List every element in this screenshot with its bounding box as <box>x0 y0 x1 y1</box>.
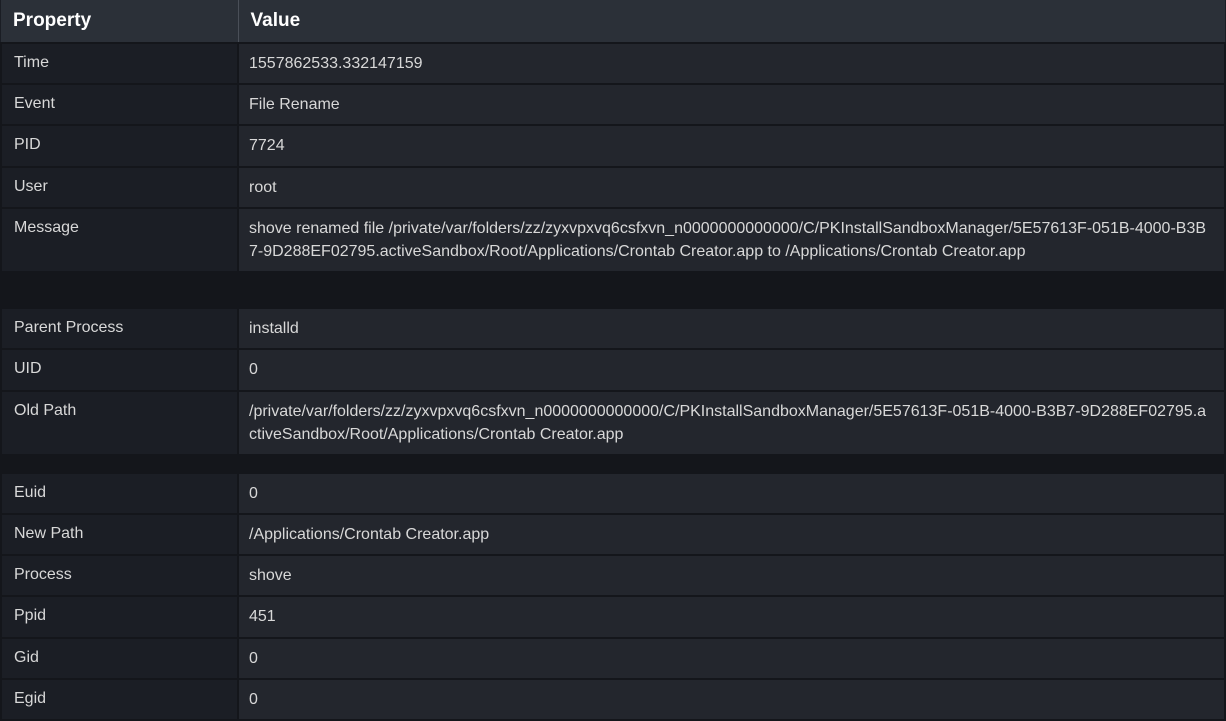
property-value[interactable]: 0 <box>238 638 1225 679</box>
property-value[interactable]: /Applications/Crontab Creator.app <box>238 514 1225 555</box>
property-value[interactable]: 1557862533.332147159 <box>238 43 1225 84</box>
header-value[interactable]: Value <box>238 0 1225 43</box>
table-row: Euid 0 <box>1 473 1225 514</box>
table-row: Old Path /private/var/folders/zz/zyxvpxv… <box>1 391 1225 455</box>
spacer-row <box>1 455 1225 473</box>
property-value[interactable]: 0 <box>238 349 1225 390</box>
table-row: UID 0 <box>1 349 1225 390</box>
property-label: User <box>1 167 238 208</box>
table-row: Process shove <box>1 555 1225 596</box>
table-row: New Path /Applications/Crontab Creator.a… <box>1 514 1225 555</box>
property-value[interactable]: 451 <box>238 596 1225 637</box>
property-value[interactable]: shove <box>238 555 1225 596</box>
property-value[interactable]: 0 <box>238 679 1225 720</box>
property-label: Parent Process <box>1 308 238 349</box>
table-row: User root <box>1 167 1225 208</box>
property-label: UID <box>1 349 238 390</box>
table-row: PID 7724 <box>1 125 1225 166</box>
property-value[interactable]: 0 <box>238 473 1225 514</box>
property-label: Euid <box>1 473 238 514</box>
property-label: Time <box>1 43 238 84</box>
property-label: PID <box>1 125 238 166</box>
table-row: Gid 0 <box>1 638 1225 679</box>
table-row: Message shove renamed file /private/var/… <box>1 208 1225 272</box>
property-value[interactable]: /private/var/folders/zz/zyxvpxvq6csfxvn_… <box>238 391 1225 455</box>
table-row: Parent Process installd <box>1 308 1225 349</box>
property-label: Event <box>1 84 238 125</box>
property-value[interactable]: shove renamed file /private/var/folders/… <box>238 208 1225 272</box>
property-value[interactable]: 7724 <box>238 125 1225 166</box>
table-header-row: Property Value <box>1 0 1225 43</box>
property-value[interactable]: File Rename <box>238 84 1225 125</box>
property-label: Old Path <box>1 391 238 455</box>
property-label: Gid <box>1 638 238 679</box>
property-label: New Path <box>1 514 238 555</box>
property-label: Ppid <box>1 596 238 637</box>
header-property[interactable]: Property <box>1 0 238 43</box>
property-value-table: Property Value Time 1557862533.332147159… <box>0 0 1226 721</box>
spacer-row <box>1 272 1225 308</box>
property-label: Process <box>1 555 238 596</box>
property-label: Egid <box>1 679 238 720</box>
table-row: Egid 0 <box>1 679 1225 720</box>
property-label: Message <box>1 208 238 272</box>
table-row: Event File Rename <box>1 84 1225 125</box>
property-value[interactable]: root <box>238 167 1225 208</box>
table-row: Ppid 451 <box>1 596 1225 637</box>
property-value[interactable]: installd <box>238 308 1225 349</box>
table-row: Time 1557862533.332147159 <box>1 43 1225 84</box>
